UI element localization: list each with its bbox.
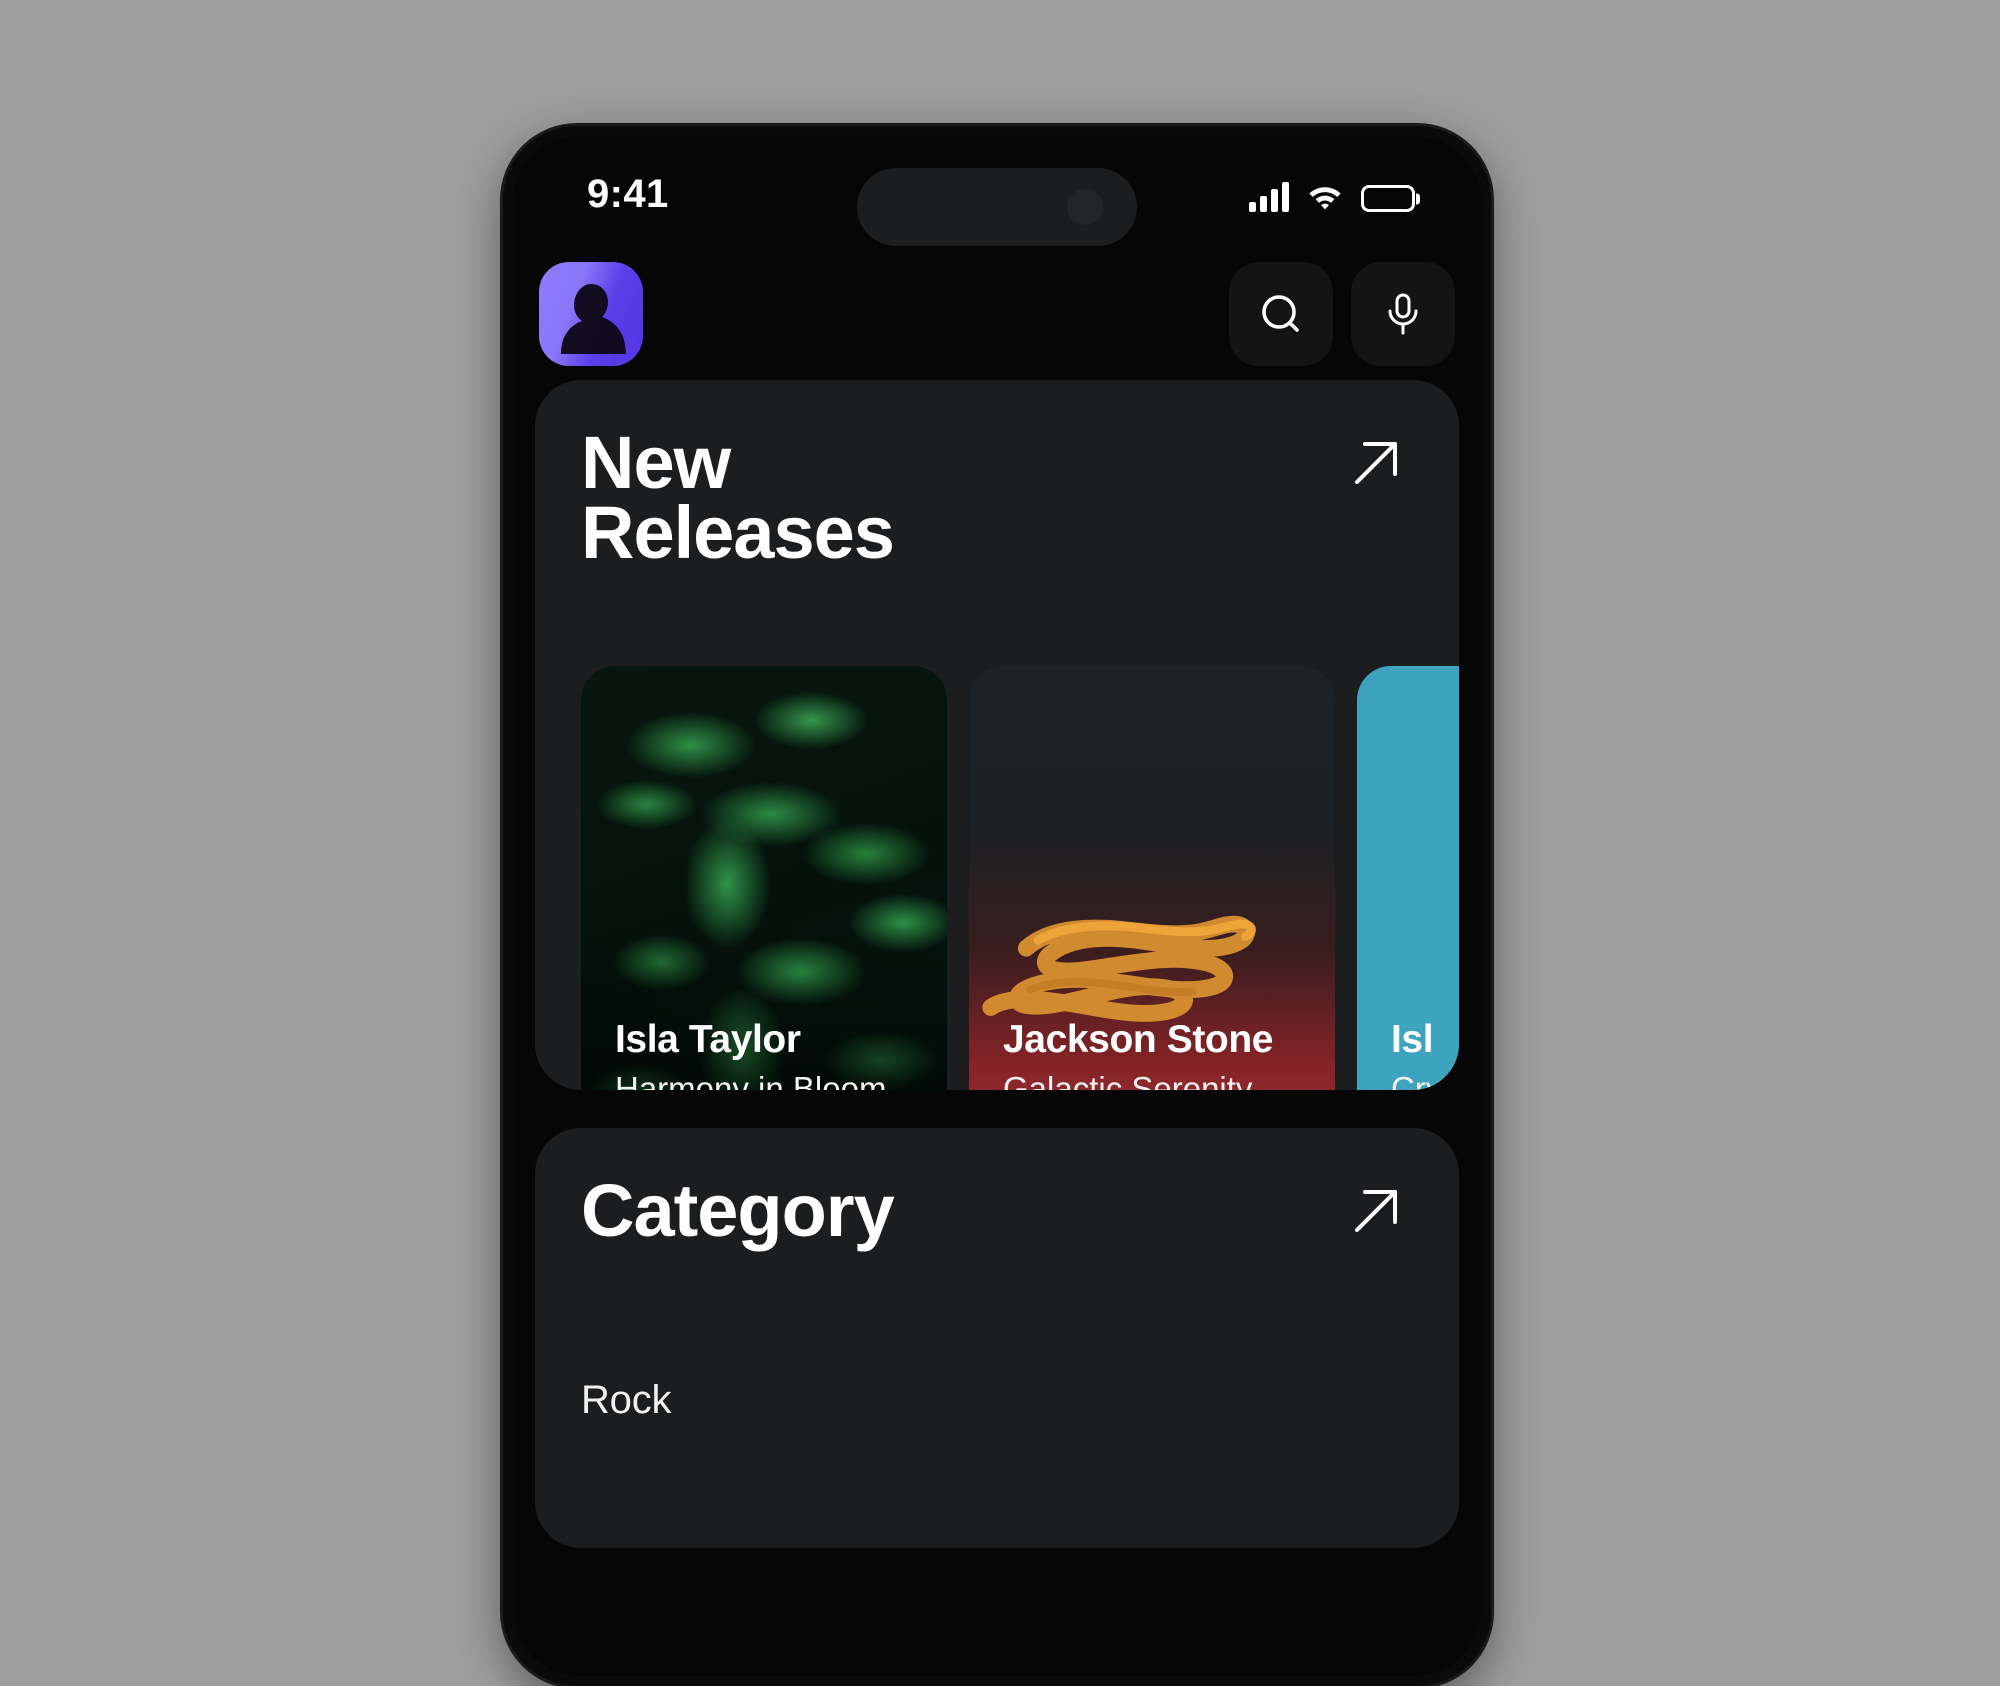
- wifi-icon: [1309, 187, 1341, 210]
- front-camera-icon: [1067, 189, 1103, 225]
- avatar[interactable]: [539, 262, 643, 366]
- search-button[interactable]: [1229, 262, 1333, 366]
- app-header: [513, 248, 1481, 380]
- phone-screen: 9:41 New Releases Isla Taylor Harmony in…: [513, 136, 1481, 1676]
- new-releases-title-line2: Releases: [581, 491, 895, 575]
- arrow-up-right-icon: [1355, 1190, 1397, 1232]
- album-title: Harmony in Bloom: [615, 1070, 887, 1090]
- album-title: Cry: [1391, 1070, 1443, 1090]
- album-meta: Isla Taylor Harmony in Bloom: [615, 1018, 929, 1090]
- album-artist: Isla Taylor: [615, 1018, 801, 1061]
- dynamic-island: [857, 168, 1137, 246]
- new-releases-see-all-button[interactable]: [1339, 424, 1415, 500]
- new-releases-section: New Releases Isla Taylor Harmony in Bloo…: [535, 380, 1459, 1090]
- new-releases-title-line1: New: [581, 421, 731, 504]
- voice-assistant-button[interactable]: [1351, 262, 1455, 366]
- orange-swirl-icon: [982, 916, 1256, 1023]
- cellular-signal-icon: [1249, 182, 1289, 212]
- new-releases-header: New Releases: [535, 380, 1459, 575]
- status-bar: 9:41: [513, 136, 1481, 248]
- scroll-content[interactable]: New Releases Isla Taylor Harmony in Bloo…: [513, 380, 1481, 1676]
- status-icons: [1249, 176, 1415, 212]
- microphone-icon: [1388, 293, 1418, 335]
- album-card[interactable]: Jackson Stone Galactic Serenity: [969, 666, 1335, 1090]
- album-carousel[interactable]: Isla Taylor Harmony in Bloom Jackson Sto…: [581, 666, 1459, 1090]
- album-meta: Isl Cry: [1391, 1018, 1459, 1090]
- album-card[interactable]: Isl Cry: [1357, 666, 1459, 1090]
- album-title: Galactic Serenity: [1003, 1070, 1253, 1090]
- category-header: Category: [535, 1128, 1459, 1252]
- status-time: 9:41: [587, 172, 669, 216]
- arrow-up-right-icon: [1355, 442, 1397, 484]
- category-see-all-button[interactable]: [1339, 1172, 1415, 1248]
- album-meta: Jackson Stone Galactic Serenity: [1003, 1018, 1317, 1090]
- category-item-rock[interactable]: Rock: [581, 1378, 1413, 1423]
- new-releases-title: New Releases: [581, 421, 1413, 575]
- album-artist: Jackson Stone: [1003, 1018, 1274, 1061]
- search-icon: [1262, 295, 1299, 332]
- album-artist: Isl: [1391, 1018, 1434, 1061]
- phone-frame: 9:41 New Releases Isla Taylor Harmony in…: [503, 126, 1491, 1686]
- album-card[interactable]: Isla Taylor Harmony in Bloom: [581, 666, 947, 1090]
- avatar-silhouette-icon: [561, 284, 626, 354]
- category-section: Category Rock: [535, 1128, 1459, 1548]
- battery-icon: [1361, 185, 1415, 212]
- category-title: Category: [581, 1169, 895, 1252]
- category-list[interactable]: Rock: [581, 1378, 1413, 1423]
